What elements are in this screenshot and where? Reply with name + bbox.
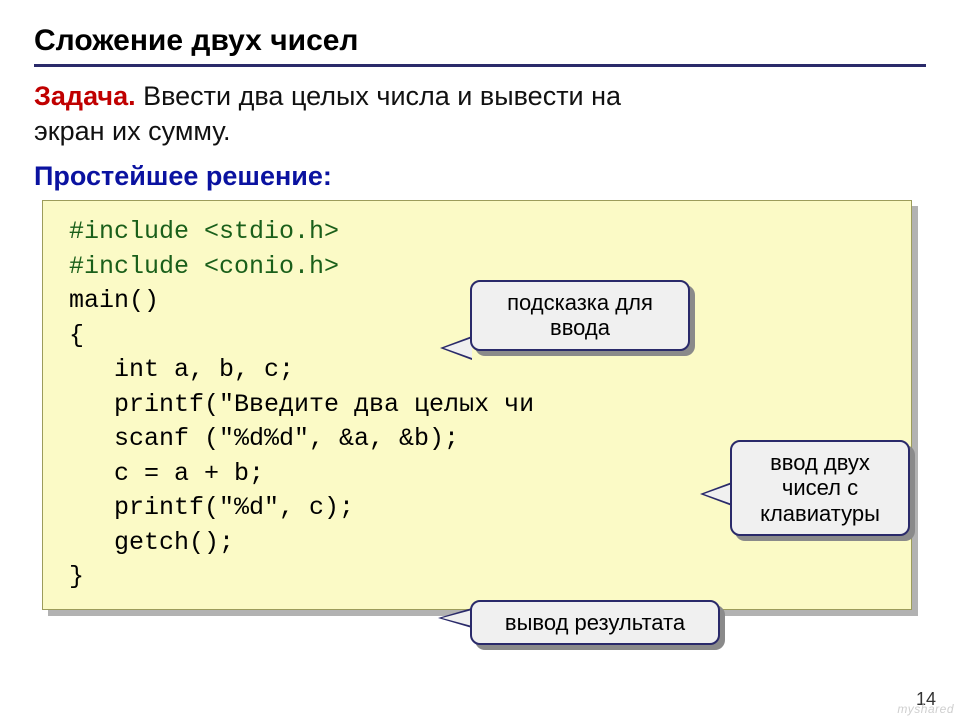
callout-2-tail-fill bbox=[704, 484, 732, 504]
code-l6: printf("Введите два целых чи bbox=[69, 390, 534, 419]
code-l4: { bbox=[69, 321, 84, 350]
solution-label: Простейшее решение: bbox=[34, 161, 926, 192]
code-l7: scanf ("%d%d", &a, &b); bbox=[69, 424, 459, 453]
task-label: Задача. bbox=[34, 81, 136, 111]
task-line2: экран их сумму. bbox=[34, 116, 231, 146]
code-l9: printf("%d", c); bbox=[69, 493, 354, 522]
callout-1-tail-fill bbox=[444, 338, 472, 358]
code-l10: getch(); bbox=[69, 528, 234, 557]
callout-output: вывод результата bbox=[470, 600, 720, 645]
task-text: Задача. Ввести два целых числа и вывести… bbox=[34, 79, 926, 149]
slide-title: Сложение двух чисел bbox=[34, 24, 926, 58]
callout-3-tail-fill bbox=[442, 610, 472, 626]
task-line1: Ввести два целых числа и вывести на bbox=[136, 81, 621, 111]
callout-input-hint: подсказка для ввода bbox=[470, 280, 690, 351]
callout-keyboard-input: ввод двух чисел с клавиатуры bbox=[730, 440, 910, 536]
slide: Сложение двух чисел Задача. Ввести два ц… bbox=[0, 0, 960, 720]
code-box: #include <stdio.h> #include <conio.h> ma… bbox=[42, 200, 912, 610]
code-l11: } bbox=[69, 562, 84, 591]
code-l5: int a, b, c; bbox=[69, 355, 294, 384]
code-l3: main() bbox=[69, 286, 159, 315]
code-l8: c = a + b; bbox=[69, 459, 264, 488]
code-l1b: <stdio.h> bbox=[204, 217, 339, 246]
watermark: myshared bbox=[897, 702, 954, 716]
code-l2b: <conio.h> bbox=[204, 252, 339, 281]
code-l2a: #include bbox=[69, 252, 204, 281]
code-l1a: #include bbox=[69, 217, 204, 246]
title-rule bbox=[34, 64, 926, 67]
